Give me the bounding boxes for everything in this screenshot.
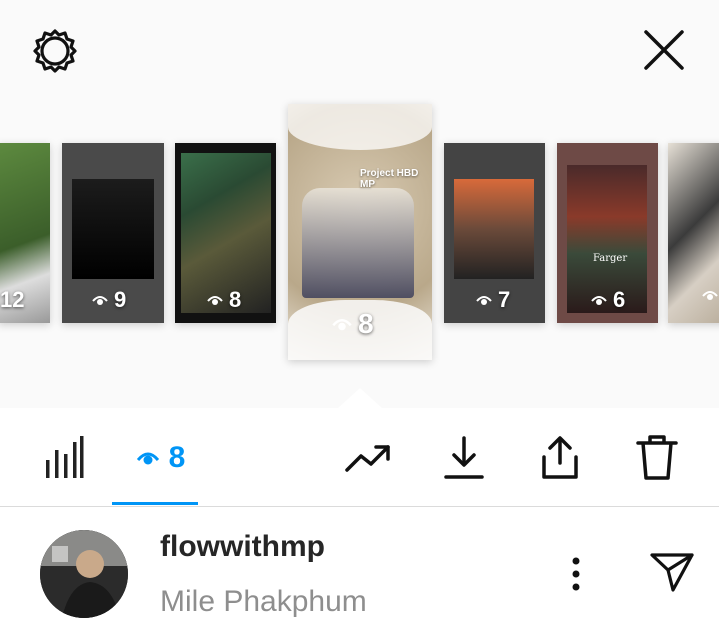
- download-button[interactable]: [442, 434, 486, 482]
- story-thumbnail[interactable]: [668, 143, 719, 323]
- share-icon: [542, 436, 578, 479]
- story-thumbnail-selected[interactable]: Project HBD MP 8: [288, 104, 432, 360]
- viewers-tab[interactable]: 8: [126, 436, 196, 480]
- eye-icon: [207, 296, 223, 305]
- viewer-username[interactable]: flowwithmp: [160, 530, 325, 564]
- eye-icon: [476, 296, 492, 305]
- story-caption: Project HBD MP: [360, 168, 419, 190]
- close-icon: [644, 30, 684, 70]
- story-thumbnail[interactable]: 7: [444, 143, 545, 323]
- share-button[interactable]: [538, 434, 582, 482]
- download-icon: [444, 436, 484, 479]
- bar-chart-icon: [46, 436, 84, 478]
- trend-up-icon: [345, 445, 390, 472]
- view-count: 7: [498, 287, 511, 312]
- view-count: 8: [358, 308, 374, 339]
- story-thumbnail[interactable]: 8: [175, 143, 276, 323]
- view-count: 8: [229, 287, 242, 312]
- story-thumbnail[interactable]: 9: [62, 143, 164, 323]
- view-count: 9: [114, 287, 127, 312]
- promote-button[interactable]: [342, 438, 394, 478]
- view-count: 12: [0, 287, 25, 312]
- eye-icon: [332, 319, 352, 331]
- eye-icon: [591, 296, 607, 305]
- close-button[interactable]: [636, 22, 692, 78]
- send-icon: [650, 553, 694, 592]
- eye-icon: [136, 452, 159, 465]
- insights-tab[interactable]: [40, 432, 88, 482]
- trash-icon: [636, 435, 678, 480]
- viewers-count: 8: [168, 441, 186, 474]
- story-thumbnail[interactable]: Farger 6: [557, 143, 658, 323]
- delete-button[interactable]: [634, 432, 680, 482]
- active-tab-indicator: [112, 502, 198, 505]
- avatar[interactable]: [40, 530, 128, 618]
- settings-button[interactable]: [28, 24, 82, 78]
- story-caption: Farger: [593, 253, 628, 264]
- gear-icon: [33, 29, 77, 73]
- selected-story-pointer: [338, 388, 382, 408]
- more-options-button[interactable]: [560, 552, 592, 596]
- more-vertical-icon: [572, 557, 580, 591]
- eye-icon: [702, 291, 718, 300]
- view-count: 6: [613, 287, 626, 312]
- story-thumbnail[interactable]: 12: [0, 143, 50, 323]
- eye-icon: [92, 296, 108, 305]
- viewer-full-name: Mile Phakphum: [160, 585, 367, 618]
- send-message-button[interactable]: [648, 548, 696, 596]
